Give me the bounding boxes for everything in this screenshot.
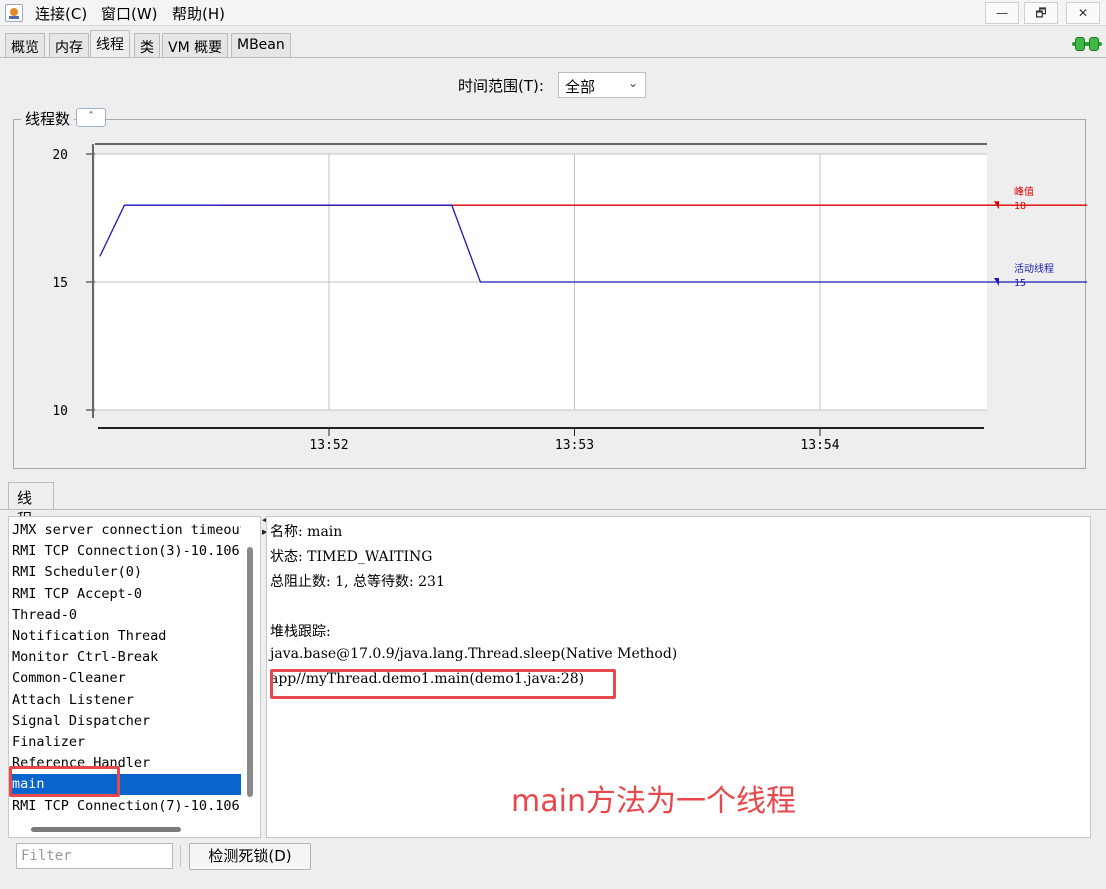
horizontal-scrollbar[interactable] [31, 827, 181, 832]
chevron-down-icon: ⌄ [627, 76, 638, 90]
thread-state: 状态: TIMED_WAITING [270, 549, 433, 565]
thread-list-item[interactable]: RMI TCP Connection(3)-10.106. [11, 541, 241, 562]
highlight-stack-frame-box [270, 669, 616, 699]
time-range-select[interactable]: 全部 ⌄ [558, 72, 646, 98]
minimize-button[interactable]: — [985, 2, 1019, 24]
thread-list-item[interactable]: RMI TCP Accept-0 [11, 584, 241, 605]
thread-list-item[interactable]: Thread-0 [11, 605, 241, 626]
y-tick-label: 15 [52, 276, 68, 291]
toolbar-separator [180, 845, 181, 867]
tab-classes[interactable]: 类 [134, 33, 160, 58]
thread-list-item[interactable]: JMX server connection timeout [11, 520, 241, 541]
thread-list-item[interactable]: RMI TCP Connection(7)-10.106. [11, 796, 241, 817]
legend-series-value: 18 [1014, 201, 1026, 212]
stack-trace-label: 堆栈跟踪: [270, 624, 331, 640]
menu-window[interactable]: 窗口(W) [101, 3, 158, 24]
sub-tab-divider [0, 509, 1106, 510]
chart-panel-title: 线程数 [21, 108, 75, 129]
restore-button[interactable]: 🗗 [1024, 2, 1058, 24]
legend-series-name: 活动线程 [1014, 262, 1054, 275]
thread-list-item[interactable]: Common-Cleaner [11, 668, 241, 689]
menu-help[interactable]: 帮助(H) [172, 3, 225, 24]
tab-thread-list[interactable]: 线程 [8, 482, 54, 528]
filter-input[interactable]: Filter [16, 843, 173, 869]
tab-divider [0, 57, 1106, 58]
thread-list-item[interactable]: RMI Scheduler(0) [11, 562, 241, 583]
thread-count-panel: 10 15 20 13:52 13:53 13:54 峰值 18 活动线程 15 [13, 119, 1087, 469]
menu-connect[interactable]: 连接(C) [35, 3, 87, 24]
legend-series-name: 峰值 [1014, 185, 1034, 198]
vertical-scrollbar[interactable] [247, 547, 253, 797]
connection-status-icon[interactable] [1072, 36, 1102, 52]
tab-threads[interactable]: 线程 [90, 30, 130, 58]
y-tick-label: 20 [52, 148, 68, 163]
time-range-value: 全部 [565, 78, 596, 96]
thread-list-item[interactable]: Attach Listener [11, 690, 241, 711]
legend-series-value: 15 [1014, 278, 1026, 289]
thread-count-chart: 10 15 20 13:52 13:53 13:54 峰值 18 活动线程 15 [52, 143, 1087, 453]
highlight-main-thread-box [9, 766, 120, 797]
detect-deadlock-button[interactable]: 检测死锁(D) [189, 843, 311, 870]
thread-list-item[interactable]: Notification Thread [11, 626, 241, 647]
java-app-icon [5, 4, 23, 22]
time-range-label: 时间范围(T): [458, 77, 544, 95]
tab-memory[interactable]: 内存 [49, 33, 89, 58]
thread-list-item[interactable]: Monitor Ctrl-Break [11, 647, 241, 668]
stack-frame: java.base@17.0.9/java.lang.Thread.sleep(… [270, 646, 678, 662]
thread-counts: 总阻止数: 1, 总等待数: 231 [270, 574, 445, 590]
menu-bar: 连接(C) 窗口(W) 帮助(H) — 🗗 ✕ [0, 0, 1106, 26]
x-tick-label: 13:53 [555, 438, 594, 453]
tab-overview[interactable]: 概览 [5, 33, 45, 58]
thread-list-item[interactable]: Signal Dispatcher [11, 711, 241, 732]
thread-list-item[interactable]: Finalizer [11, 732, 241, 753]
tab-mbean[interactable]: MBean [231, 33, 291, 58]
annotation-text: main方法为一个线程 [511, 784, 796, 819]
collapse-chevron-icon[interactable]: ˆ [76, 108, 106, 127]
tab-vm-summary[interactable]: VM 概要 [162, 33, 229, 58]
x-tick-label: 13:52 [309, 438, 348, 453]
close-button[interactable]: ✕ [1066, 2, 1100, 24]
thread-name: 名称: main [270, 524, 343, 540]
y-tick-label: 10 [52, 404, 68, 419]
x-tick-label: 13:54 [800, 438, 839, 453]
